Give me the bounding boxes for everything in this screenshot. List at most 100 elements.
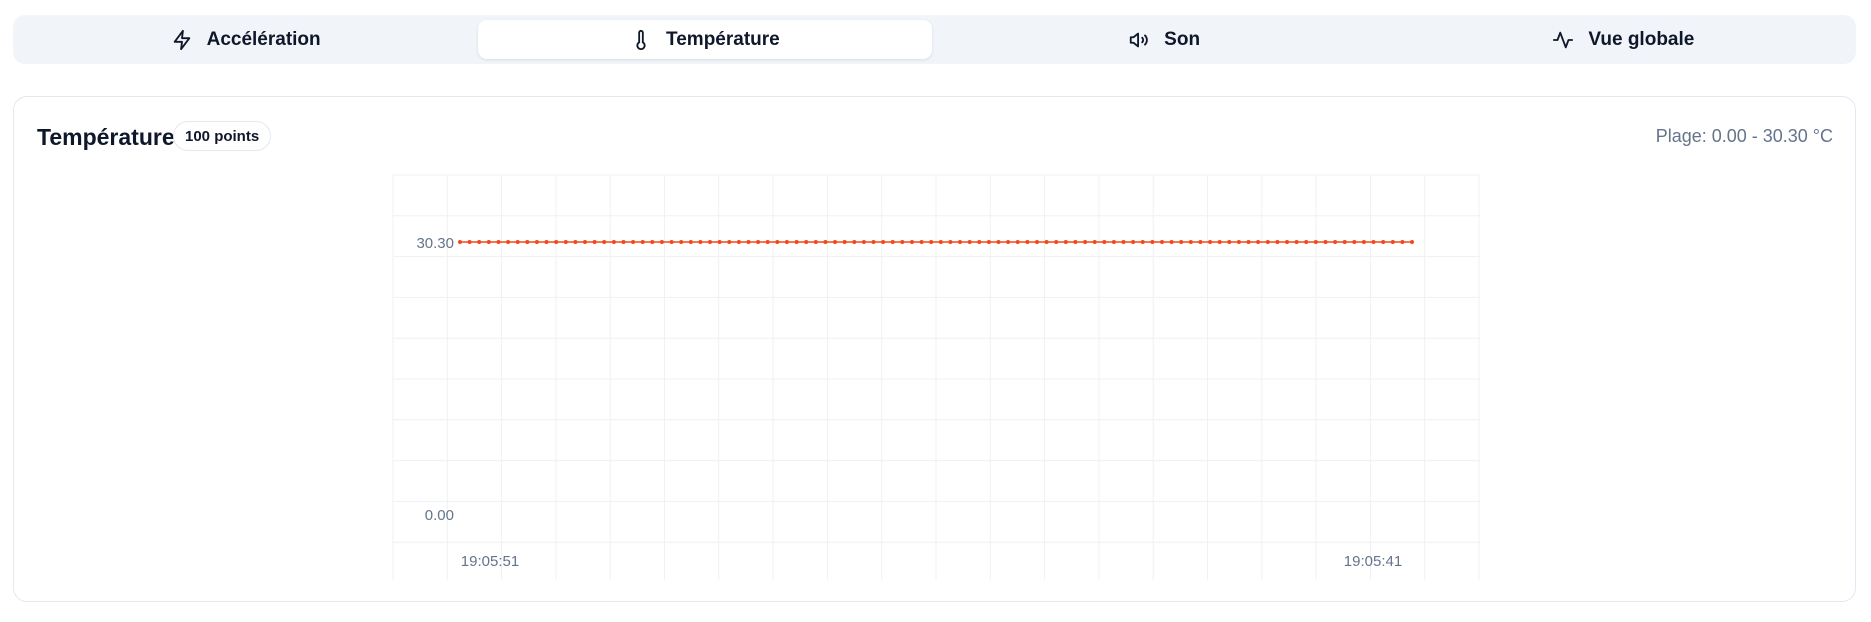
data-point xyxy=(794,240,799,244)
data-point xyxy=(977,240,982,244)
data-point xyxy=(1083,240,1088,244)
data-point xyxy=(871,240,876,244)
data-point xyxy=(1179,240,1184,244)
data-point xyxy=(631,240,636,244)
data-point xyxy=(1342,240,1347,244)
data-point xyxy=(1044,240,1049,244)
data-point xyxy=(1265,240,1270,244)
data-point xyxy=(958,240,962,244)
data-point xyxy=(458,240,462,244)
data-point xyxy=(861,240,866,244)
data-point xyxy=(948,240,953,244)
data-point xyxy=(804,240,809,244)
data-point xyxy=(900,240,905,244)
data-point xyxy=(1313,240,1318,244)
data-point xyxy=(515,240,520,244)
data-point xyxy=(765,240,770,244)
data-point xyxy=(1111,240,1116,244)
data-point xyxy=(1294,240,1299,244)
data-point xyxy=(1304,240,1309,244)
data-point xyxy=(1025,240,1030,244)
data-point xyxy=(1227,240,1232,244)
data-point xyxy=(852,240,857,244)
data-point xyxy=(1121,240,1126,244)
data-point xyxy=(1092,240,1097,244)
data-point xyxy=(669,240,674,244)
data-point xyxy=(1198,240,1203,244)
data-point xyxy=(1275,240,1280,244)
data-point xyxy=(823,240,828,244)
data-point xyxy=(910,240,914,244)
data-point xyxy=(1035,240,1039,244)
data-point xyxy=(525,240,530,244)
data-point xyxy=(1015,240,1020,244)
data-point xyxy=(1140,240,1145,244)
data-point xyxy=(938,240,943,244)
data-point xyxy=(621,240,626,244)
data-point xyxy=(698,240,703,244)
data-point xyxy=(784,240,789,244)
data-point xyxy=(833,240,837,244)
data-point xyxy=(496,240,501,244)
data-point xyxy=(881,240,886,244)
y-tick-label: 30.30 xyxy=(416,235,454,252)
data-point xyxy=(736,240,741,244)
data-point xyxy=(1217,240,1222,244)
data-point xyxy=(650,240,655,244)
data-point xyxy=(563,240,568,244)
data-point xyxy=(1236,240,1241,244)
data-point xyxy=(467,240,472,244)
data-point xyxy=(1246,240,1251,244)
data-point xyxy=(1160,240,1164,244)
data-point xyxy=(813,240,818,244)
data-point xyxy=(1285,240,1289,244)
data-point xyxy=(554,240,559,244)
y-tick-label: 0.00 xyxy=(425,507,454,524)
data-point xyxy=(1333,240,1338,244)
data-point xyxy=(1054,240,1059,244)
data-point xyxy=(996,240,1001,244)
data-point xyxy=(756,240,761,244)
data-point xyxy=(1323,240,1328,244)
data-point xyxy=(640,240,645,244)
data-point xyxy=(842,240,847,244)
data-point xyxy=(1410,240,1414,244)
data-point xyxy=(727,240,732,244)
data-point xyxy=(544,240,549,244)
data-point xyxy=(602,240,607,244)
data-point xyxy=(967,240,972,244)
data-point xyxy=(611,240,616,244)
data-point xyxy=(534,240,539,244)
data-point xyxy=(1150,240,1155,244)
data-point xyxy=(573,240,578,244)
data-point xyxy=(929,240,934,244)
data-point xyxy=(1256,240,1261,244)
data-point xyxy=(1102,240,1107,244)
data-point xyxy=(1352,240,1357,244)
data-point xyxy=(708,240,712,244)
data-point xyxy=(659,240,664,244)
data-point xyxy=(1400,240,1405,244)
data-point xyxy=(1208,240,1213,244)
data-point xyxy=(477,240,482,244)
data-point xyxy=(1006,240,1011,244)
data-point xyxy=(1371,240,1376,244)
data-point xyxy=(1169,240,1174,244)
data-point xyxy=(679,240,684,244)
data-point xyxy=(775,240,780,244)
data-point xyxy=(1361,240,1366,244)
data-point xyxy=(486,240,491,244)
x-tick-label: 19:05:51 xyxy=(461,553,519,570)
data-point xyxy=(688,240,693,244)
x-tick-label: 19:05:41 xyxy=(1344,553,1402,570)
data-point xyxy=(583,240,587,244)
data-point xyxy=(890,240,895,244)
data-point xyxy=(919,240,924,244)
data-point xyxy=(1188,240,1193,244)
data-point xyxy=(592,240,597,244)
data-point xyxy=(1063,240,1068,244)
data-point xyxy=(986,240,991,244)
data-point xyxy=(1390,240,1395,244)
data-point xyxy=(1381,240,1386,244)
data-point xyxy=(717,240,722,244)
